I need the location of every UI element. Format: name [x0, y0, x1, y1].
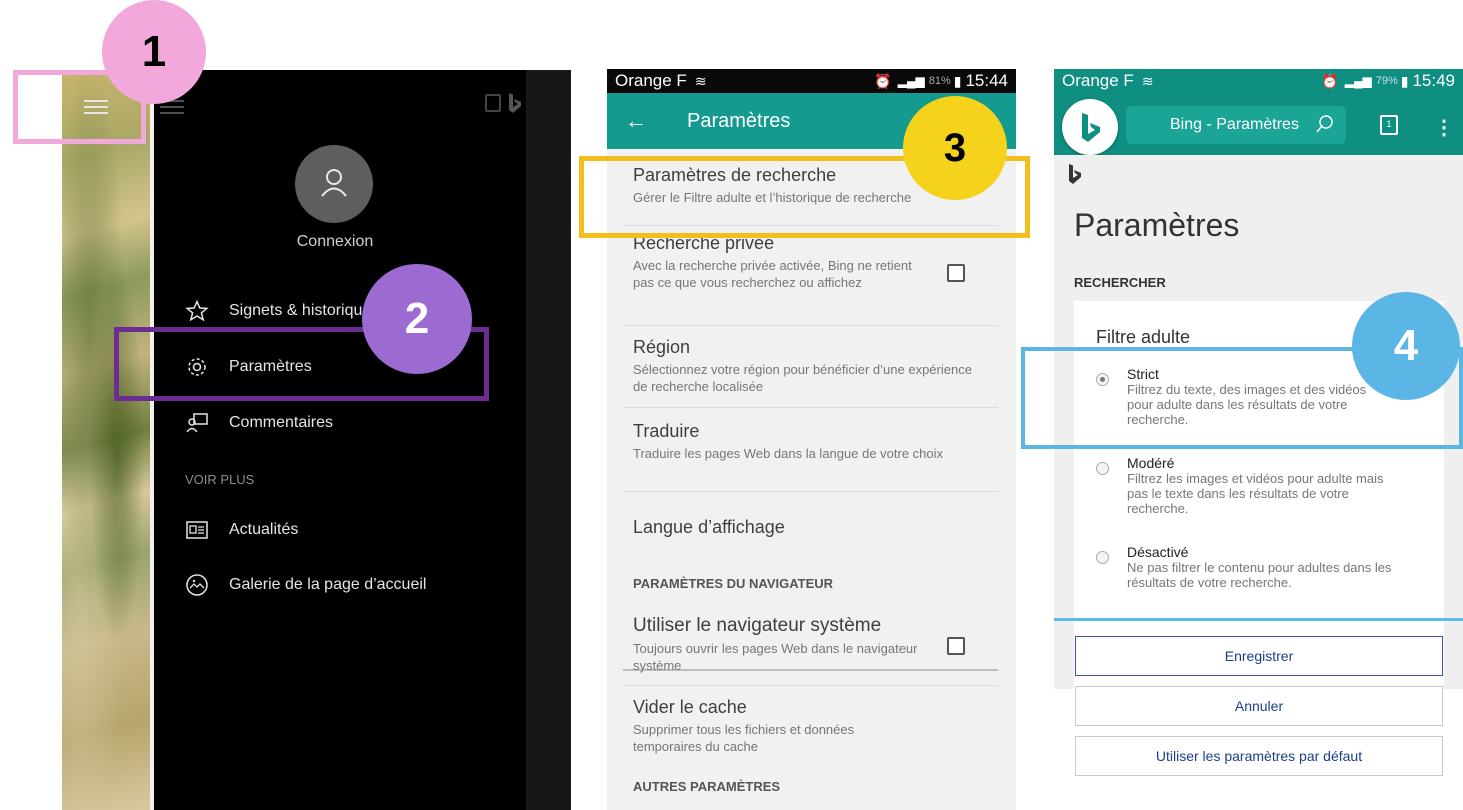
wifi-icon: ≋: [1141, 72, 1154, 89]
settings-item-region[interactable]: Région Sélectionnez votre région pour bé…: [633, 337, 998, 395]
option-label: Désactivé: [1127, 544, 1189, 560]
option-desc: Ne pas filtrer le contenu pour adultes d…: [1127, 560, 1392, 590]
step-badge-4: 4: [1352, 292, 1460, 400]
settings-item-desc: Sélectionnez votre région pour bénéficie…: [633, 362, 972, 394]
settings-item-system-browser[interactable]: Utiliser le navigateur système Toujours …: [633, 615, 998, 674]
settings-item-display-language[interactable]: Langue d’affichage: [633, 517, 998, 538]
divider: [623, 685, 998, 686]
battery-percent: 79%: [1375, 75, 1398, 87]
settings-item-title: Langue d’affichage: [633, 517, 785, 537]
section-header-other: AUTRES PARAMÈTRES: [633, 779, 781, 794]
option-desc: Filtrez les images et vidéos pour adulte…: [1127, 471, 1384, 516]
divider: [623, 325, 998, 326]
settings-item-desc: Toujours ouvrir les pages Web dans le na…: [633, 641, 918, 673]
drawer-item-label: Galerie de la page d’accueil: [229, 576, 427, 593]
private-search-checkbox[interactable]: [947, 264, 965, 282]
use-default-settings-button[interactable]: Utiliser les paramètres par défaut: [1075, 736, 1443, 776]
battery-icon: ▮: [1400, 72, 1409, 89]
system-browser-checkbox[interactable]: [947, 637, 965, 655]
signal-icon: ▂▄▆: [1344, 74, 1372, 88]
drawer-item-label: Commentaires: [229, 414, 334, 431]
bing-logo-icon: [1069, 164, 1081, 184]
option-disabled[interactable]: Désactivé Ne pas filtrer le contenu pour…: [1096, 544, 1426, 590]
drawer-item-news[interactable]: Actualités: [185, 515, 298, 545]
settings-item-clear-cache[interactable]: Vider le cache Supprimer tous les fichie…: [633, 697, 998, 755]
section-header-see-more: VOIR PLUS: [185, 472, 255, 487]
search-bar-text: Bing - Paramètres: [1170, 116, 1299, 133]
action-divider: [1054, 618, 1463, 621]
section-header-search: RECHERCHER: [1074, 275, 1166, 290]
divider: [623, 407, 998, 408]
radio-button[interactable]: [1096, 551, 1109, 564]
battery-icon: ▮: [953, 72, 962, 89]
page-title: Paramètres: [1074, 207, 1240, 243]
settings-item-title: Traduire: [633, 421, 700, 441]
settings-item-private-search[interactable]: Recherche privée Avec la recherche privé…: [633, 233, 998, 291]
section-header-browser: PARAMÈTRES DU NAVIGATEUR: [633, 576, 834, 591]
gallery-icon: [186, 574, 208, 596]
news-icon: [186, 521, 208, 539]
drawer-scrim: [526, 70, 571, 810]
signal-icon: ▂▄▆: [897, 74, 925, 88]
user-icon: [321, 169, 347, 197]
page-title: Paramètres: [687, 109, 791, 132]
drawer-item-homepage-gallery[interactable]: Galerie de la page d’accueil: [185, 570, 426, 600]
settings-item-desc: Avec la recherche privée activée, Bing n…: [633, 258, 912, 290]
bing-logo-icon: [1082, 113, 1100, 142]
settings-item-title: Utiliser le navigateur système: [633, 615, 882, 636]
drawer-item-label: Actualités: [229, 521, 299, 538]
settings-item-title: Région: [633, 337, 691, 357]
search-bar[interactable]: Bing - Paramètres: [1126, 106, 1346, 144]
alarm-icon: ⏰: [1321, 72, 1339, 89]
status-bar: Orange F ≋ ⏰ ▂▄▆ 81% ▮ 15:44: [607, 69, 1016, 93]
aerial-background-image: [62, 70, 154, 810]
divider: [623, 491, 998, 492]
drawer-item-bookmarks-history[interactable]: Signets & historique: [185, 296, 371, 326]
star-icon: [185, 299, 209, 322]
tabs-icon[interactable]: [485, 94, 501, 112]
wifi-icon: ≋: [694, 72, 707, 89]
search-icon[interactable]: [1316, 115, 1334, 133]
sign-in-link[interactable]: Connexion: [260, 233, 410, 251]
adult-filter-title: Filtre adulte: [1096, 327, 1191, 347]
battery-percent: 81%: [928, 75, 951, 87]
settings-item-desc: Supprimer tous les fichiers et données t…: [633, 722, 855, 754]
settings-item-title: Vider le cache: [633, 697, 747, 717]
option-label: Modéré: [1127, 455, 1175, 471]
drawer-item-feedback[interactable]: Commentaires: [185, 408, 333, 438]
cancel-button[interactable]: Annuler: [1075, 686, 1443, 726]
clock: 15:44: [965, 71, 1008, 90]
bing-logo-icon: [509, 93, 521, 113]
back-arrow-icon[interactable]: ←: [625, 108, 665, 134]
carrier-label: Orange F: [1062, 71, 1134, 90]
radio-button[interactable]: [1096, 462, 1109, 475]
avatar[interactable]: [295, 145, 373, 223]
settings-item-translate[interactable]: Traduire Traduire les pages Web dans la …: [633, 421, 998, 462]
step-badge-2: 2: [362, 264, 472, 374]
settings-item-desc: Traduire les pages Web dans la langue de…: [633, 446, 944, 461]
status-bar: Orange F ≋ ⏰ ▂▄▆ 79% ▮ 15:49: [1054, 69, 1463, 93]
bing-home-button[interactable]: [1062, 99, 1118, 155]
tabs-icon[interactable]: 1: [1380, 115, 1398, 135]
option-moderate[interactable]: Modéré Filtrez les images et vidéos pour…: [1096, 455, 1426, 516]
feedback-icon: [186, 413, 208, 433]
alarm-icon: ⏰: [874, 72, 892, 89]
step-badge-3: 3: [903, 96, 1007, 200]
clock: 15:49: [1412, 71, 1455, 90]
save-button[interactable]: Enregistrer: [1075, 636, 1443, 676]
step-badge-1: 1: [102, 0, 206, 104]
drawer-item-label: Signets & historique: [229, 302, 372, 319]
carrier-label: Orange F: [615, 71, 687, 90]
more-options-icon[interactable]: ⋮: [1434, 115, 1454, 140]
